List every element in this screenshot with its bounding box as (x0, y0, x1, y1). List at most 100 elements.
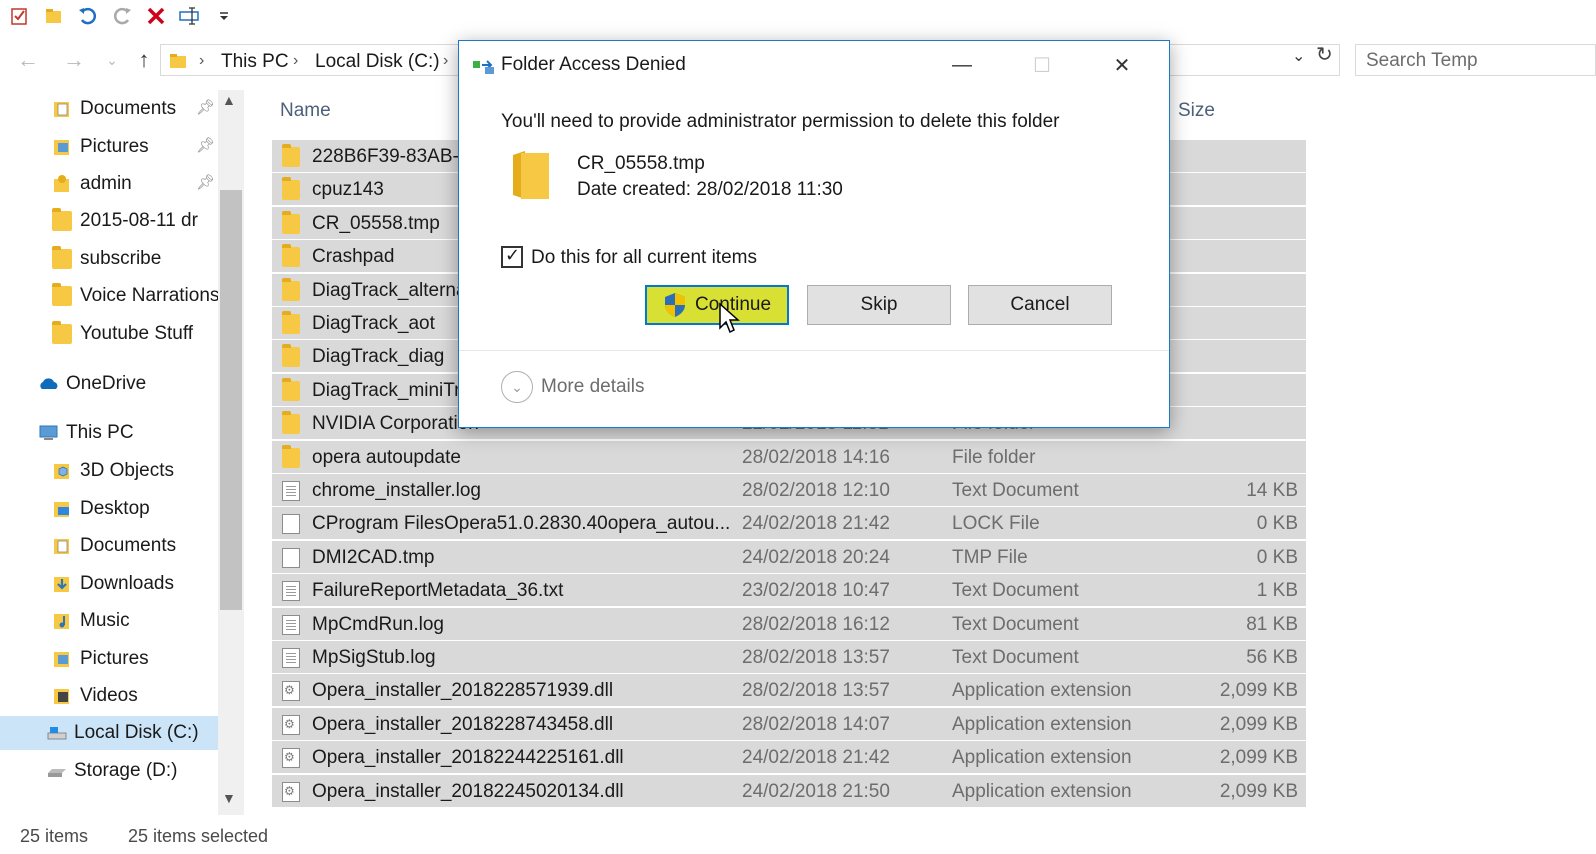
more-details-toggle[interactable]: ⌄ More details (501, 371, 645, 403)
nav-item-downloads[interactable]: Downloads (52, 567, 174, 601)
file-date: 24/02/2018 21:50 (742, 780, 890, 802)
nav-item-youtube-stuff[interactable]: Youtube Stuff (52, 317, 193, 351)
rename-icon[interactable] (176, 2, 204, 30)
minimize-icon[interactable]: — (939, 49, 985, 81)
breadcrumb-this-pc[interactable]: This PC (221, 51, 289, 73)
nav-item-admin[interactable]: admin (52, 167, 132, 201)
cancel-button[interactable]: Cancel (968, 285, 1112, 325)
pin-icon[interactable]: 📌︎ (196, 173, 215, 191)
breadcrumb-separator-icon: › (293, 52, 299, 69)
nav-item-this-pc[interactable]: This PC (38, 416, 134, 450)
nav-item-label: 2015-08-11 dr (80, 210, 198, 231)
nav-item-music[interactable]: Music (52, 604, 130, 638)
up-arrow-icon[interactable]: ↑ (130, 46, 158, 74)
pictures-icon (52, 137, 72, 157)
file-size: 1 KB (1256, 580, 1298, 602)
mouse-cursor-icon (719, 302, 740, 334)
file-type: TMP File (952, 546, 1028, 568)
scroll-down-arrow-icon[interactable]: ▼ (222, 790, 236, 806)
file-row[interactable]: chrome_installer.log 28/02/2018 12:10 Text… (272, 474, 1306, 507)
undo-icon[interactable] (74, 2, 102, 30)
nav-item-label: Videos (80, 685, 138, 706)
file-date: 28/02/2018 13:57 (742, 680, 890, 702)
file-row[interactable]: CProgram FilesOpera51.0.2830.40opera_aut… (272, 507, 1306, 541)
nav-item-label: Pictures (80, 136, 149, 157)
documents-icon (52, 99, 72, 119)
nav-scrollbar[interactable]: ▲ ▼ (218, 90, 244, 815)
file-size: 0 KB (1256, 546, 1298, 568)
nav-item-2015-08-11[interactable]: 2015-08-11 dr (52, 204, 198, 238)
file-size: 2,099 KB (1219, 780, 1298, 802)
nav-item-label: Downloads (80, 573, 174, 594)
file-row[interactable]: FailureReportMetadata_36.txt 23/02/2018 1… (272, 574, 1306, 608)
desktop-icon (52, 499, 72, 519)
file-type: Application extension (952, 680, 1132, 702)
file-name: MpCmdRun.log (312, 613, 444, 635)
file-date: 23/02/2018 10:47 (742, 580, 890, 602)
redo-icon[interactable] (108, 2, 136, 30)
nav-item-onedrive[interactable]: OneDrive (38, 367, 146, 401)
nav-item-local-disk[interactable]: Local Disk (C:) (0, 716, 218, 750)
scrollbar-thumb[interactable] (220, 190, 242, 610)
forward-arrow-icon[interactable]: → (60, 46, 88, 74)
folder-icon (282, 177, 300, 201)
folder-icon (170, 54, 186, 68)
column-header-name[interactable]: Name (280, 100, 331, 122)
file-row[interactable]: opera autoupdate 28/02/2018 14:16 File fol… (272, 440, 1306, 474)
folder-icon (282, 411, 300, 435)
close-icon[interactable]: ✕ (1099, 49, 1145, 81)
nav-item-storage-d[interactable]: Storage (D:) (46, 754, 177, 788)
text-file-icon (282, 648, 300, 668)
file-date: 24/02/2018 21:42 (742, 747, 890, 769)
recent-locations-chevron-icon[interactable]: ⌄ (98, 46, 126, 74)
drive-icon (46, 761, 66, 781)
new-folder-icon[interactable] (40, 2, 68, 30)
customize-dropdown-icon[interactable] (210, 2, 238, 30)
nav-item-pictures[interactable]: Pictures (52, 642, 149, 676)
more-details-label: More details (541, 376, 645, 397)
file-row[interactable]: MpCmdRun.log 28/02/2018 16:12 Text Documen… (272, 607, 1306, 641)
item-count: 25 items (20, 826, 89, 846)
file-row[interactable]: Opera_installer_20182245020134.dll 24/02/… (272, 774, 1306, 808)
nav-item-videos[interactable]: Videos (52, 679, 138, 713)
continue-button[interactable]: Continue (645, 285, 789, 325)
column-header-size[interactable]: Size (1178, 100, 1215, 122)
nav-item-pictures-quick[interactable]: Pictures (52, 130, 149, 164)
skip-button[interactable]: Skip (807, 285, 951, 325)
file-type: Application extension (952, 780, 1132, 802)
file-row[interactable]: Opera_installer_20182244225161.dll 24/02/… (272, 741, 1306, 775)
blank-file-icon (282, 514, 300, 535)
quick-access-toolbar (0, 0, 1596, 32)
address-history-chevron-icon[interactable]: ⌄ (1292, 46, 1305, 66)
music-icon (52, 611, 72, 631)
pin-icon[interactable]: 📌︎ (196, 136, 215, 154)
selected-count: 25 items selected (128, 826, 269, 846)
file-name: chrome_installer.log (312, 480, 481, 501)
nav-item-subscribe[interactable]: subscribe (52, 242, 161, 276)
folder-icon (52, 246, 72, 269)
pin-icon[interactable]: 📌︎ (196, 98, 215, 116)
nav-item-documents-quick[interactable]: Documents (52, 92, 176, 126)
search-input[interactable]: Search Temp (1355, 44, 1596, 76)
properties-icon[interactable] (6, 2, 34, 30)
breadcrumb-local-disk[interactable]: Local Disk (C:) (315, 51, 440, 73)
apply-to-all-label[interactable]: Do this for all current items (531, 247, 757, 269)
delete-icon[interactable] (142, 2, 170, 30)
scroll-up-arrow-icon[interactable]: ▲ (222, 92, 236, 108)
nav-item-desktop[interactable]: Desktop (52, 492, 150, 526)
file-row[interactable]: DMI2CAD.tmp 24/02/2018 20:24 TMP File 0 KB (272, 540, 1306, 574)
file-name: Opera_installer_20182244225161.dll (312, 747, 624, 769)
file-date: 28/02/2018 16:12 (742, 613, 890, 635)
nav-item-documents[interactable]: Documents (52, 529, 176, 563)
file-row[interactable]: Opera_installer_2018228743458.dll 28/02/2… (272, 707, 1306, 741)
file-type: File folder (952, 446, 1036, 468)
status-bar: 25 items 25 items selected (0, 820, 1596, 854)
file-row[interactable]: MpSigStub.log 28/02/2018 13:57 Text Docume… (272, 641, 1306, 674)
apply-to-all-checkbox[interactable] (501, 245, 523, 268)
dialog-file-date: Date created: 28/02/2018 11:30 (577, 179, 843, 200)
back-arrow-icon[interactable]: ← (14, 46, 42, 74)
nav-item-3d-objects[interactable]: 3D Objects (52, 454, 174, 488)
file-row[interactable]: Opera_installer_2018228571939.dll 28/02/2… (272, 674, 1306, 708)
refresh-icon[interactable]: ↻ (1316, 42, 1333, 67)
nav-item-voice-narrations[interactable]: Voice Narrations (52, 279, 219, 313)
